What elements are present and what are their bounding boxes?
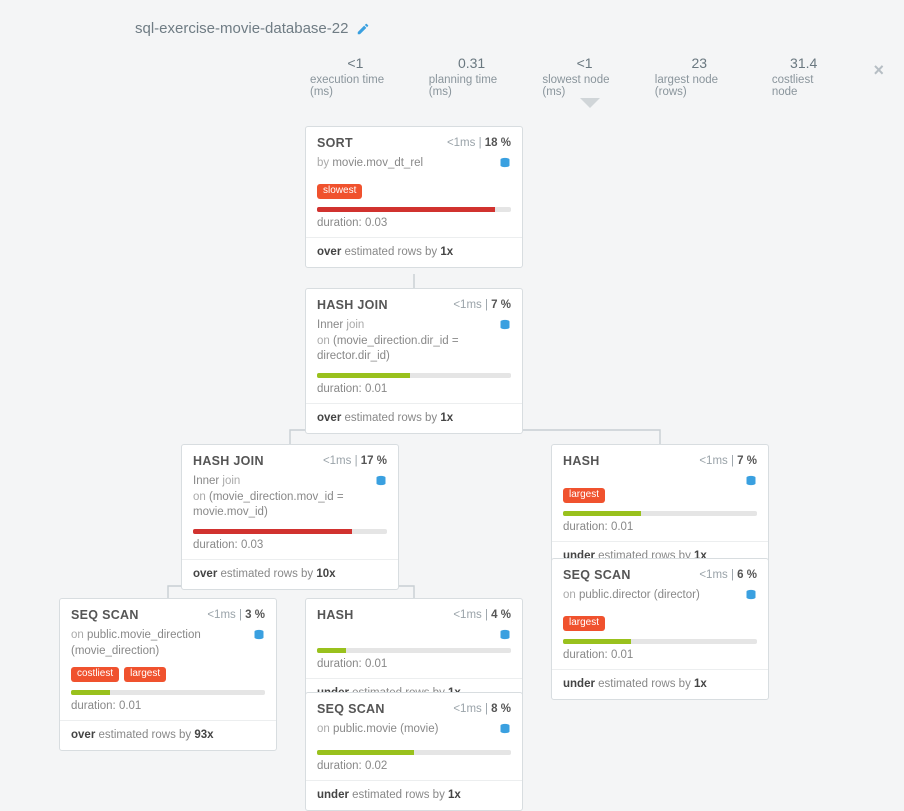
duration: duration: 0.02 bbox=[306, 760, 522, 780]
stat-planning-time: 0.31 planning time (ms) bbox=[429, 55, 515, 98]
stat-largest-node: 23 largest node (rows) bbox=[655, 55, 744, 98]
node-detail: on public.movie_direction (movie_directi… bbox=[71, 628, 247, 659]
node-hash-join-1[interactable]: HASH JOIN <1ms | 7 % Inner joinon (movie… bbox=[305, 288, 523, 434]
pointer-icon bbox=[580, 98, 600, 108]
node-metrics: <1ms | 17 % bbox=[323, 455, 387, 467]
node-type: SORT bbox=[317, 136, 353, 150]
tag-largest: largest bbox=[563, 488, 605, 503]
node-type: SEQ SCAN bbox=[563, 568, 631, 582]
database-icon[interactable] bbox=[499, 156, 511, 176]
node-metrics: <1ms | 18 % bbox=[447, 137, 511, 149]
page-title: sql-exercise-movie-database-22 bbox=[135, 20, 348, 37]
node-metrics: <1ms | 4 % bbox=[453, 609, 511, 621]
estimate-row: over estimated rows by 1x bbox=[306, 404, 522, 433]
node-type: HASH JOIN bbox=[317, 298, 388, 312]
estimate-row: over estimated rows by 93x bbox=[60, 721, 276, 750]
estimate-row: under estimated rows by 1x bbox=[306, 781, 522, 810]
database-icon[interactable] bbox=[745, 474, 757, 494]
node-metrics: <1ms | 6 % bbox=[699, 569, 757, 581]
node-type: SEQ SCAN bbox=[71, 608, 139, 622]
tag-costliest: costliest bbox=[71, 667, 119, 682]
database-icon[interactable] bbox=[375, 474, 387, 494]
node-metrics: <1ms | 7 % bbox=[699, 455, 757, 467]
database-icon[interactable] bbox=[253, 628, 265, 648]
tag-slowest: slowest bbox=[317, 184, 362, 199]
node-detail: on public.director (director) bbox=[563, 588, 700, 604]
node-seq-scan-movie[interactable]: SEQ SCAN <1ms | 8 % on public.movie (mov… bbox=[305, 692, 523, 811]
edit-icon[interactable] bbox=[356, 22, 370, 36]
plan-tree: SORT <1ms | 18 % by movie.mov_dt_rel slo… bbox=[20, 126, 884, 766]
node-detail: Inner joinon (movie_direction.dir_id = d… bbox=[317, 318, 493, 365]
node-seq-scan-director[interactable]: SEQ SCAN <1ms | 6 % on public.director (… bbox=[551, 558, 769, 700]
database-icon[interactable] bbox=[745, 588, 757, 608]
node-hash-join-2[interactable]: HASH JOIN <1ms | 17 % Inner joinon (movi… bbox=[181, 444, 399, 590]
duration: duration: 0.01 bbox=[306, 658, 522, 678]
node-seq-scan-movie-direction[interactable]: SEQ SCAN <1ms | 3 % on public.movie_dire… bbox=[59, 598, 277, 751]
node-sort[interactable]: SORT <1ms | 18 % by movie.mov_dt_rel slo… bbox=[305, 126, 523, 268]
duration: duration: 0.01 bbox=[552, 649, 768, 669]
node-detail: by movie.mov_dt_rel bbox=[317, 156, 423, 172]
tag-largest: largest bbox=[563, 616, 605, 631]
stat-slowest-node: <1 slowest node (ms) bbox=[542, 55, 626, 98]
node-detail: Inner joinon (movie_direction.mov_id = m… bbox=[193, 474, 369, 521]
estimate-row: over estimated rows by 1x bbox=[306, 238, 522, 267]
tag-largest: largest bbox=[124, 667, 166, 682]
estimate-row: under estimated rows by 1x bbox=[552, 670, 768, 699]
stats-bar: <1 execution time (ms) 0.31 planning tim… bbox=[20, 55, 884, 98]
duration: duration: 0.01 bbox=[306, 383, 522, 403]
duration: duration: 0.01 bbox=[552, 521, 768, 541]
title-row: sql-exercise-movie-database-22 bbox=[20, 20, 884, 37]
node-hash-1[interactable]: HASH <1ms | 7 % largest duration: 0.01 u… bbox=[551, 444, 769, 572]
database-icon[interactable] bbox=[499, 318, 511, 338]
node-metrics: <1ms | 7 % bbox=[453, 299, 511, 311]
database-icon[interactable] bbox=[499, 722, 511, 742]
duration: duration: 0.01 bbox=[60, 700, 276, 720]
node-type: HASH bbox=[317, 608, 354, 622]
duration: duration: 0.03 bbox=[182, 539, 398, 559]
node-type: HASH bbox=[563, 454, 600, 468]
node-type: SEQ SCAN bbox=[317, 702, 385, 716]
node-metrics: <1ms | 8 % bbox=[453, 703, 511, 715]
stat-exec-time: <1 execution time (ms) bbox=[310, 55, 401, 98]
node-type: HASH JOIN bbox=[193, 454, 264, 468]
node-detail: on public.movie (movie) bbox=[317, 722, 438, 738]
close-icon[interactable]: × bbox=[873, 61, 884, 79]
stat-costliest-node: 31.4 costliest node bbox=[772, 55, 836, 98]
estimate-row: over estimated rows by 10x bbox=[182, 560, 398, 589]
duration: duration: 0.03 bbox=[306, 217, 522, 237]
node-metrics: <1ms | 3 % bbox=[207, 609, 265, 621]
database-icon[interactable] bbox=[499, 628, 511, 648]
